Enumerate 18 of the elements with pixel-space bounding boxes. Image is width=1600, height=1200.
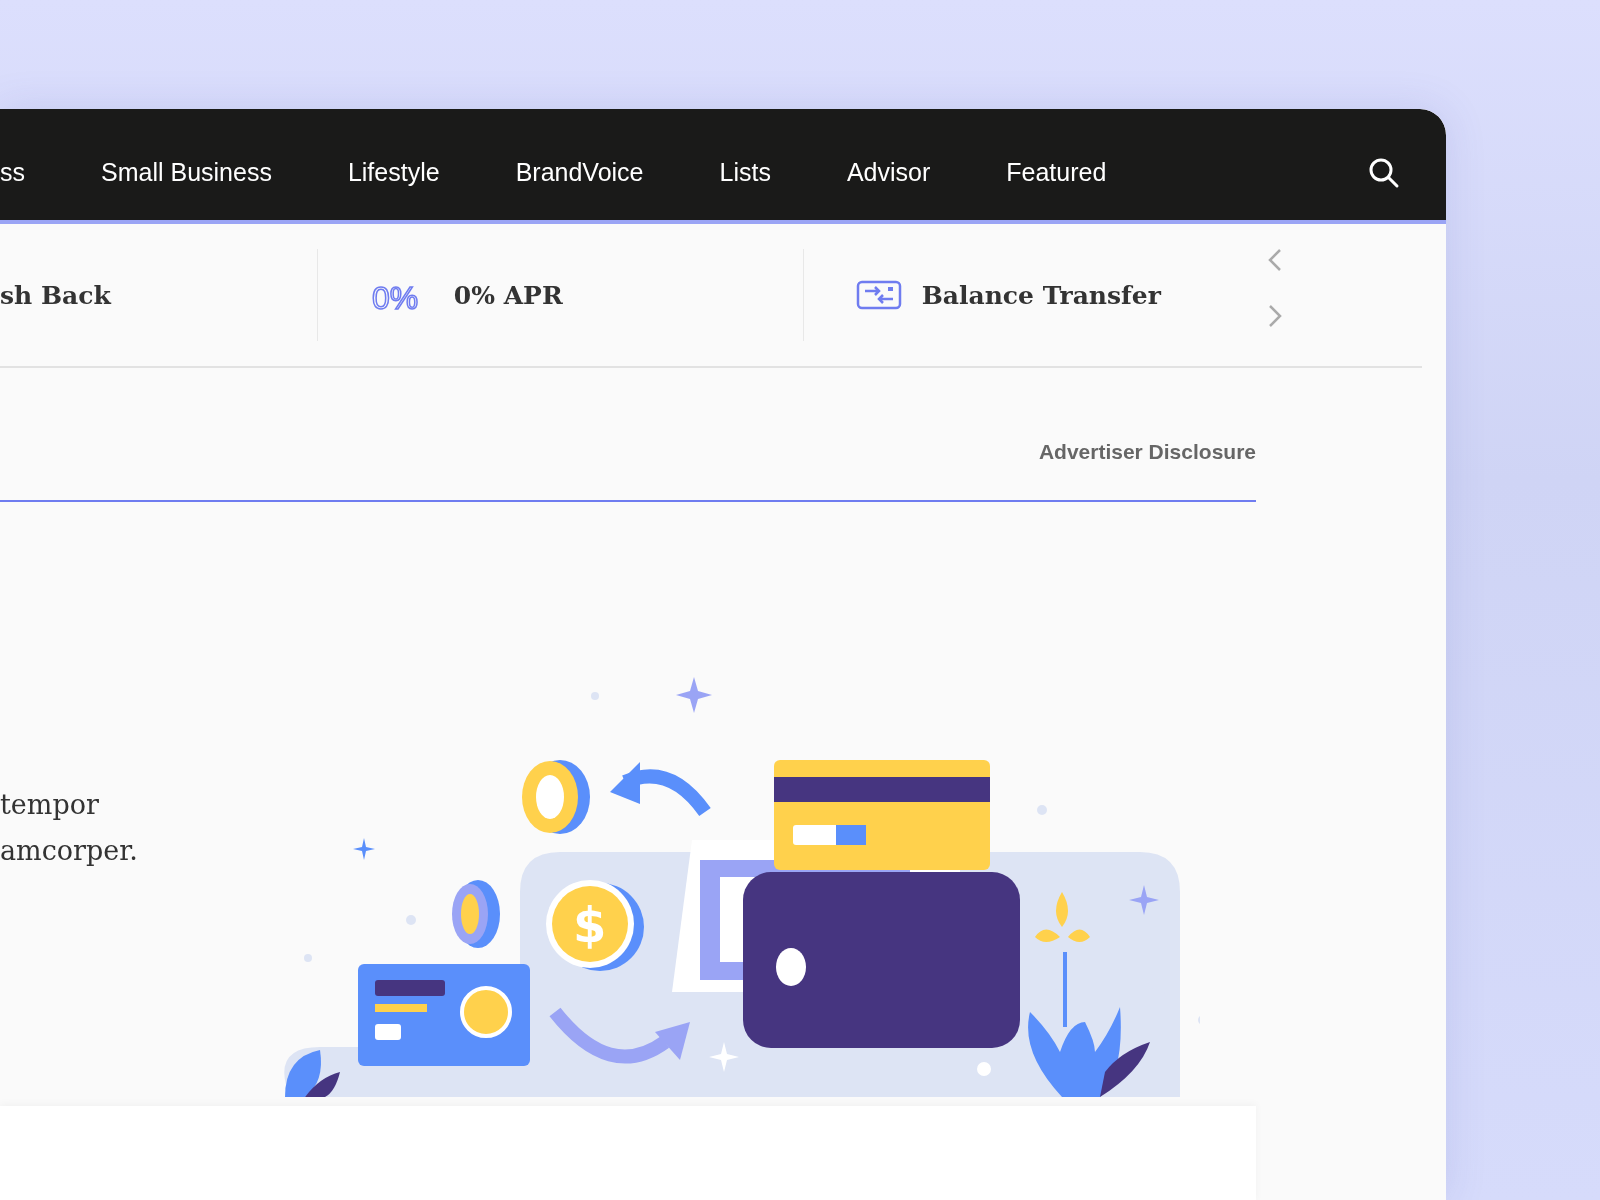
body-text-line: amcorper. [0, 834, 138, 868]
search-icon[interactable] [1368, 156, 1400, 189]
chevron-right-icon[interactable] [1268, 304, 1282, 328]
nav-link[interactable]: Featured [1006, 158, 1107, 187]
chevron-left-icon[interactable] [1268, 248, 1282, 272]
percent-icon: 0% [369, 275, 434, 315]
nav-link[interactable]: Lifestyle [347, 158, 440, 187]
nav-link[interactable]: Lists [719, 158, 771, 187]
nav-link[interactable]: ss [0, 158, 25, 187]
card-transfer-icon [855, 280, 902, 310]
category-title[interactable]: sh Back [0, 280, 111, 310]
advertiser-disclosure-link[interactable]: Advertiser Disclosure [1038, 440, 1256, 464]
nav-link[interactable]: BrandVoice [515, 158, 644, 187]
category-title[interactable]: 0% APR [453, 280, 563, 310]
body-text-line: tempor [0, 788, 100, 822]
category-title[interactable]: Balance Transfer [921, 280, 1161, 310]
nav-link[interactable]: Advisor [846, 158, 931, 187]
nav-link[interactable]: Small Business [101, 158, 272, 187]
